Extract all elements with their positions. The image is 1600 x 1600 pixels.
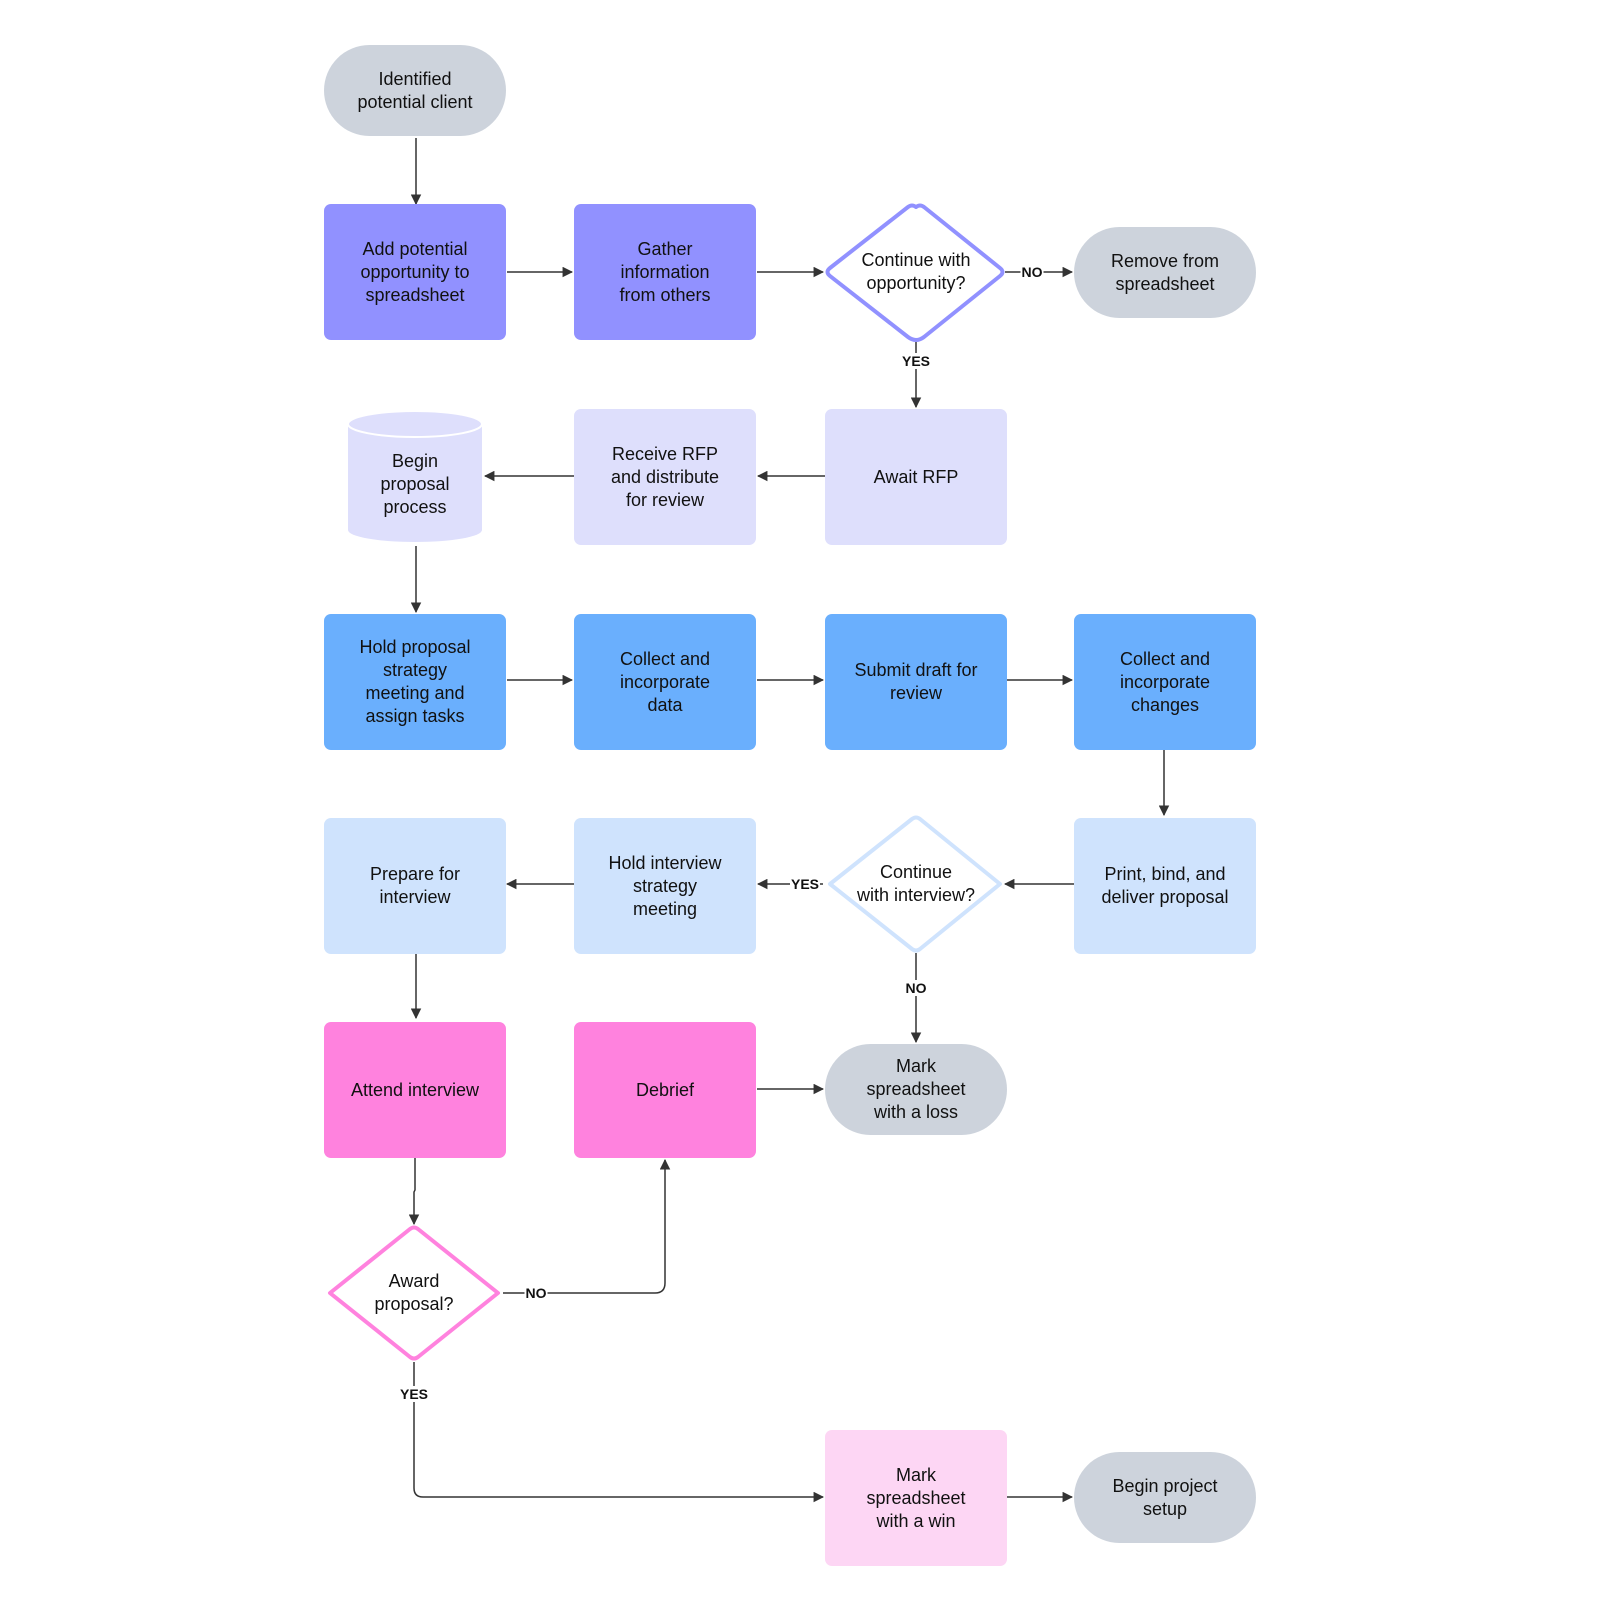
edge-label-opportunity-no: NO [1020,264,1044,280]
terminal-mark-loss[interactable]: Mark spreadsheet with a loss [825,1044,1007,1135]
process-await-rfp[interactable]: Await RFP [825,409,1007,545]
process-prepare-interview[interactable]: Prepare for interview [324,818,506,954]
process-hold-proposal-meeting[interactable]: Hold proposal strategy meeting and assig… [324,614,506,750]
process-gather-info[interactable]: Gather information from others [574,204,756,340]
edge-label-interview-no: NO [904,980,928,996]
edge-label-interview-yes: YES [789,876,821,892]
process-collect-data[interactable]: Collect and incorporate data [574,614,756,750]
edge-label-award-no: NO [524,1285,548,1301]
process-attend-interview[interactable]: Attend interview [324,1022,506,1158]
flowchart-canvas: Identified potential client Add potentia… [0,0,1600,1600]
process-debrief[interactable]: Debrief [574,1022,756,1158]
edge-label-award-yes: YES [398,1386,430,1402]
decision-label-award: Award proposal? [374,1271,454,1314]
terminal-remove-spreadsheet[interactable]: Remove from spreadsheet [1074,227,1256,318]
edge-label-opportunity-yes: YES [900,353,932,369]
terminal-identified-client[interactable]: Identified potential client [324,45,506,136]
edge-layer [328,138,1170,1503]
process-add-opportunity[interactable]: Add potential opportunity to spreadsheet [324,204,506,340]
decision-label-interview: Continue with interview? [856,862,976,905]
terminal-begin-project[interactable]: Begin project setup [1074,1452,1256,1543]
edge-attend-to-award [408,1158,420,1226]
process-print-deliver[interactable]: Print, bind, and deliver proposal [1074,818,1256,954]
edge-award-to-win [413,1362,825,1503]
edge-award-to-debrief [503,1158,671,1294]
process-submit-draft[interactable]: Submit draft for review [825,614,1007,750]
process-mark-win[interactable]: Mark spreadsheet with a win [825,1430,1007,1566]
process-hold-interview-meeting[interactable]: Hold interview strategy meeting [574,818,756,954]
cylinder-label-begin-proposal: Begin proposal process [380,450,450,517]
process-collect-changes[interactable]: Collect and incorporate changes [1074,614,1256,750]
decision-label-opportunity: Continue with opportunity? [861,250,971,293]
process-receive-rfp[interactable]: Receive RFP and distribute for review [574,409,756,545]
